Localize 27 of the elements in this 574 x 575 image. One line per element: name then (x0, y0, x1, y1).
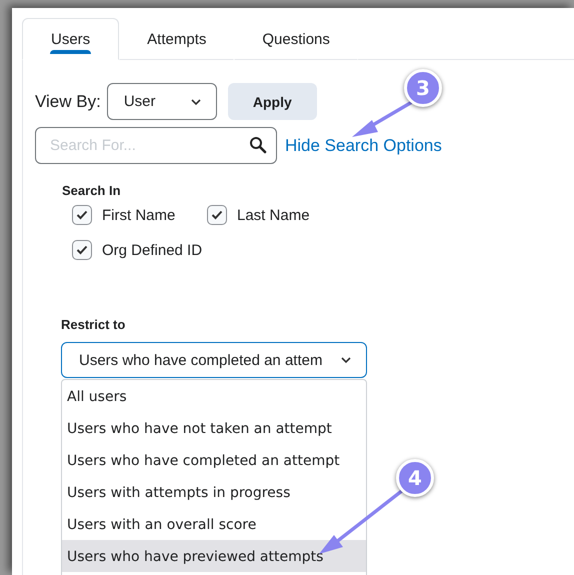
dropdown-option[interactable]: Users who have not taken an attempt (62, 412, 366, 444)
apply-button[interactable]: Apply (228, 83, 317, 120)
tab[interactable]: Users (22, 18, 120, 60)
checkbox-label: First Name (102, 206, 176, 224)
search-field[interactable]: Search For... (35, 127, 277, 164)
dropdown-option[interactable]: All users (62, 380, 366, 412)
restrict-to-dropdown[interactable]: Users who have completed an attem (61, 342, 367, 378)
checkbox[interactable] (72, 205, 92, 225)
chevron-down-icon (340, 356, 352, 364)
checkbox-label: Org Defined ID (102, 242, 202, 258)
dropdown-option[interactable]: Users with an overall score (62, 508, 366, 540)
checkbox-label: Last Name (237, 206, 310, 224)
view-by-label: View By: (35, 92, 101, 112)
dropdown-option[interactable]: Users who have completed an attempt (62, 444, 366, 476)
checkmark-icon (76, 245, 88, 255)
hide-search-options-link[interactable]: Hide Search Options (285, 136, 442, 156)
checkbox[interactable] (72, 240, 92, 260)
search-icon (249, 136, 267, 154)
chevron-down-icon (190, 98, 202, 106)
checkbox[interactable] (207, 205, 227, 225)
search-in-heading: Search In (62, 183, 122, 198)
view-by-dropdown[interactable]: User (106, 83, 217, 120)
checkmark-icon (211, 210, 223, 220)
dropdown-option[interactable]: Users with attempts in progress (62, 476, 366, 508)
checkmark-icon (76, 210, 88, 220)
dropdown-option[interactable]: Users who have previewed attempts (62, 540, 366, 572)
restrict-to-heading: Restrict to (61, 317, 126, 332)
